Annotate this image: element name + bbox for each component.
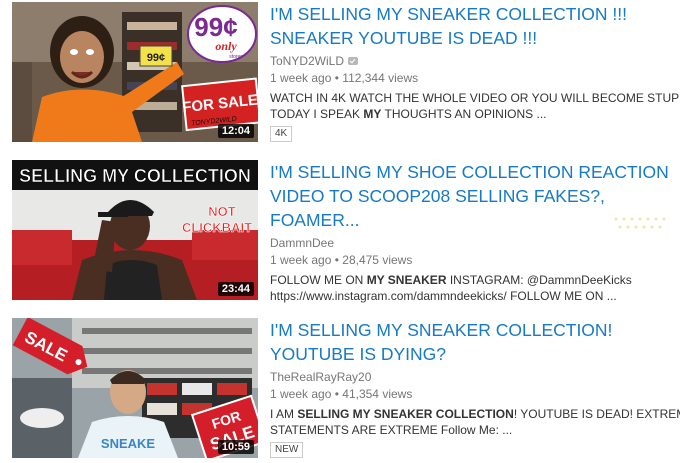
channel-name[interactable]: TheRealRayRay20 — [270, 369, 371, 385]
video-duration: 12:04 — [217, 124, 254, 138]
video-duration: 23:44 — [217, 282, 254, 296]
video-description: WATCH IN 4K WATCH THE WHOLE VIDEO OR YOU… — [270, 90, 680, 122]
description-line-1: I AM SELLING MY SNEAKER COLLECTION! YOUT… — [270, 406, 680, 422]
video-thumbnail-2[interactable]: SELLING MY COLLECTION NOT CLICKBAIT 23:4… — [12, 160, 258, 300]
thumb-logo-word: only — [215, 39, 237, 53]
thumbnail-image-2: SELLING MY COLLECTION NOT CLICKBAIT — [12, 160, 258, 300]
description-text: I AM — [270, 407, 298, 421]
view-count: 112,344 views — [342, 71, 419, 85]
thumb-shirt-text: SNEAKE — [101, 436, 156, 451]
channel-name[interactable]: ToNYD2WiLD — [270, 53, 344, 69]
description-highlight: MY SNEAKER — [366, 273, 447, 287]
video-meta: 1 week ago • 112,344 views — [270, 70, 680, 86]
video-description: I AM SELLING MY SNEAKER COLLECTION! YOUT… — [270, 406, 680, 438]
description-text: TODAY I SPEAK — [270, 107, 364, 121]
quality-badge-4k: 4K — [270, 126, 293, 142]
meta-separator: • — [334, 253, 339, 267]
description-text: ! YOUTUBE IS DEAD! EXTREME — [513, 407, 680, 421]
video-title-line-2: YOUTUBE IS DYING? — [270, 344, 447, 364]
video-title-line-1: I'M SELLING MY SHOE COLLECTION REACTION — [270, 162, 669, 182]
video-thumbnail-3[interactable]: SNEAKE SALE FOR SALE 10:59 — [12, 318, 258, 458]
thumbnail-image-1: 99¢ 99¢ only stores FOR SALE TONYD2WILD — [12, 2, 258, 142]
video-title-line-2: SNEAKER YOUTUBE IS DEAD !!! — [270, 28, 538, 48]
search-result-1: 99¢ 99¢ only stores FOR SALE TONYD2WILD … — [0, 2, 689, 144]
thumb-headline: SELLING MY COLLECTION — [19, 166, 251, 186]
video-title-line-2: VIDEO TO SCOOP208 SELLING FAKES?, FOAMER… — [270, 186, 605, 230]
video-meta: 1 week ago • 28,475 views — [270, 252, 680, 268]
description-text: FOLLOW ME ON — [270, 273, 367, 287]
video-info-2: I'M SELLING MY SHOE COLLECTION REACTION V… — [270, 160, 680, 304]
upload-age: 1 week ago — [270, 71, 332, 85]
description-text: INSTAGRAM: @DammnDeeKicks — [446, 273, 632, 287]
video-info-1: I'M SELLING MY SNEAKER COLLECTION !!! SNE… — [270, 2, 680, 142]
meta-separator: • — [334, 387, 339, 401]
verified-check-icon — [348, 57, 359, 65]
description-line-2: STATEMENTS ARE EXTREME Follow Me: ... — [270, 423, 513, 437]
description-line-1: FOLLOW ME ON MY SNEAKER INSTAGRAM: @Damm… — [270, 272, 680, 288]
description-text: THOUGHTS AN OPINIONS ... — [381, 107, 547, 121]
thumb-logo-small: stores — [229, 54, 243, 60]
video-description: FOLLOW ME ON MY SNEAKER INSTAGRAM: @Damm… — [270, 272, 680, 304]
search-result-2: SELLING MY COLLECTION NOT CLICKBAIT 23:4… — [0, 160, 689, 304]
video-meta: 1 week ago • 41,354 views — [270, 386, 680, 402]
video-info-3: I'M SELLING MY SNEAKER COLLECTION! YOUTUB… — [270, 318, 680, 458]
thumbnail-image-3: SNEAKE SALE FOR SALE — [12, 318, 258, 458]
upload-age: 1 week ago — [270, 253, 332, 267]
loading-dots-icon — [614, 217, 666, 229]
thumb-price-tag: 99¢ — [147, 52, 165, 64]
video-title-line-1: I'M SELLING MY SNEAKER COLLECTION !!! — [270, 4, 627, 24]
upload-age: 1 week ago — [270, 387, 332, 401]
thumb-clickbait: CLICKBAIT — [182, 220, 252, 235]
thumb-not: NOT — [208, 204, 236, 219]
description-line-1: WATCH IN 4K WATCH THE WHOLE VIDEO OR YOU… — [270, 91, 680, 105]
video-thumbnail-1[interactable]: 99¢ 99¢ only stores FOR SALE TONYD2WILD … — [12, 2, 258, 142]
video-title-line-1: I'M SELLING MY SNEAKER COLLECTION! — [270, 320, 613, 340]
video-title-link[interactable]: I'M SELLING MY SNEAKER COLLECTION! YOUTUB… — [270, 318, 680, 366]
new-badge: NEW — [270, 442, 304, 458]
description-line-2: https://www.instagram.com/dammndeekicks/… — [270, 289, 617, 303]
channel-name[interactable]: DammnDee — [270, 235, 334, 251]
view-count: 41,354 views — [342, 387, 413, 401]
description-highlight: SELLING MY SNEAKER COLLECTION — [297, 407, 514, 421]
view-count: 28,475 views — [342, 253, 413, 267]
description-line-2: TODAY I SPEAK MY THOUGHTS AN OPINIONS ..… — [270, 106, 680, 122]
description-highlight: MY — [363, 107, 382, 121]
video-title-link[interactable]: I'M SELLING MY SNEAKER COLLECTION !!! SNE… — [270, 2, 680, 50]
meta-separator: • — [334, 71, 339, 85]
video-duration: 10:59 — [217, 440, 254, 454]
search-result-3: SNEAKE SALE FOR SALE 10:59 I'M SELLING M… — [0, 318, 689, 460]
thumb-logo-price: 99¢ — [194, 12, 237, 42]
